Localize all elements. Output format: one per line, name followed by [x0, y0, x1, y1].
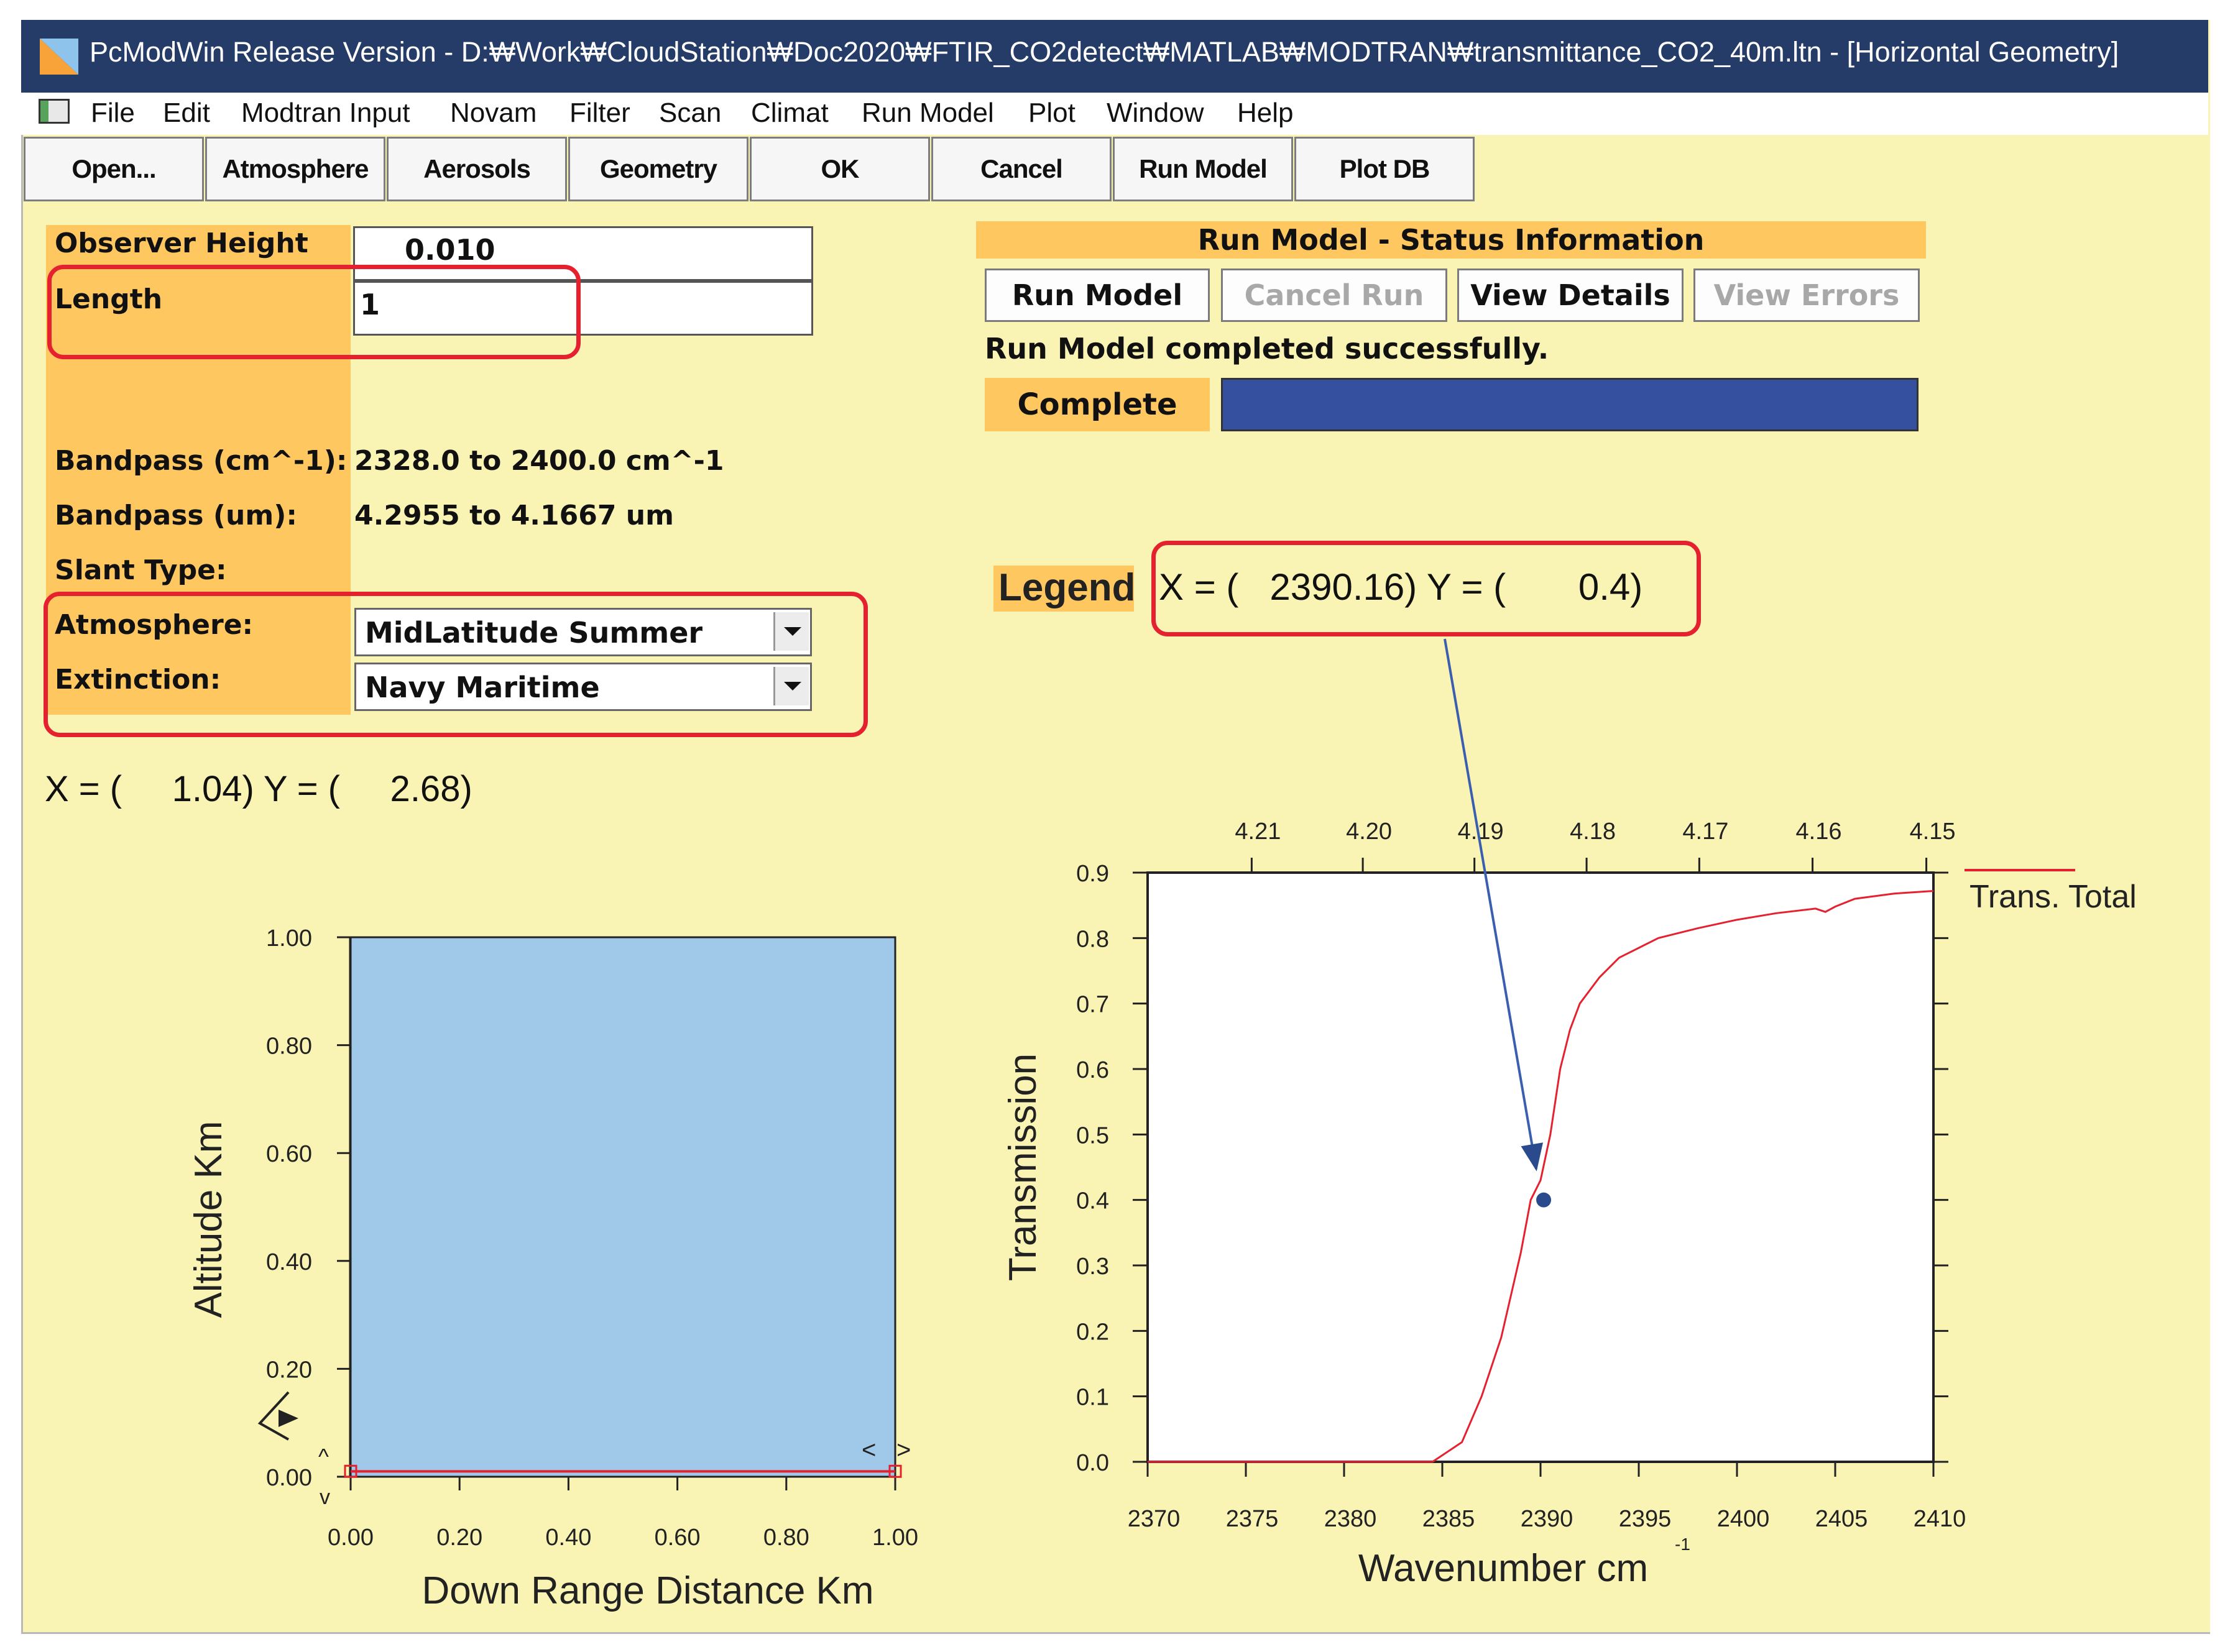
- menu-modtran-input[interactable]: Modtran Input: [241, 98, 410, 129]
- cancel-button[interactable]: Cancel: [931, 137, 1112, 201]
- menu-run-model[interactable]: Run Model: [862, 98, 994, 129]
- menu-edit[interactable]: Edit: [163, 98, 210, 129]
- menu-plot[interactable]: Plot: [1028, 98, 1076, 129]
- progress-bar-fill: [1223, 380, 1917, 429]
- bandpass-um-value: 4.2955 to 4.1667 um: [354, 500, 674, 531]
- observer-height-label: Observer Height: [55, 227, 308, 259]
- bandpass-cm-label: Bandpass (cm^-1):: [55, 445, 348, 477]
- view-errors-button[interactable]: View Errors: [1693, 268, 1920, 322]
- menu-file[interactable]: File: [91, 98, 135, 129]
- cancel-run-button[interactable]: Cancel Run: [1221, 268, 1447, 322]
- atmosphere-button[interactable]: Atmosphere: [205, 137, 385, 201]
- title-bar: PcModWin Release Version - D:₩Work₩Cloud…: [21, 20, 2208, 93]
- progress-label: Complete: [985, 378, 1210, 431]
- status-header: Run Model - Status Information: [976, 221, 1926, 259]
- geometry-cursor-readout: X = ( 1.04) Y = ( 2.68): [45, 769, 472, 809]
- ok-button[interactable]: OK: [750, 137, 930, 201]
- menu-scan[interactable]: Scan: [659, 98, 721, 129]
- status-message: Run Model completed successfully.: [985, 332, 1549, 365]
- legend-label: Legend: [998, 566, 1136, 609]
- length-highlight-box: [47, 265, 581, 359]
- app-icon: [40, 39, 78, 75]
- bandpass-cm-value: 2328.0 to 2400.0 cm^-1: [354, 445, 724, 477]
- menu-bar: File Edit Modtran Input Novam Filter Sca…: [21, 93, 2208, 135]
- menu-climat[interactable]: Climat: [751, 98, 829, 129]
- window-title: PcModWin Release Version - D:₩Work₩Cloud…: [90, 36, 2119, 68]
- slant-type-label: Slant Type:: [55, 554, 227, 586]
- document-icon[interactable]: [39, 99, 70, 124]
- view-details-button[interactable]: View Details: [1457, 268, 1684, 322]
- menu-filter[interactable]: Filter: [569, 98, 630, 129]
- aerosols-button[interactable]: Aerosols: [387, 137, 567, 201]
- run-model-button[interactable]: Run Model: [985, 268, 1210, 322]
- atmosphere-extinction-highlight-box: [44, 592, 868, 737]
- progress-bar: [1221, 378, 1919, 431]
- menu-novam[interactable]: Novam: [450, 98, 537, 129]
- menu-help[interactable]: Help: [1237, 98, 1294, 129]
- bandpass-um-label: Bandpass (um):: [55, 500, 297, 531]
- menu-window[interactable]: Window: [1107, 98, 1204, 129]
- geometry-button[interactable]: Geometry: [568, 137, 749, 201]
- run-model-toolbar-button[interactable]: Run Model: [1113, 137, 1293, 201]
- plot-db-button[interactable]: Plot DB: [1294, 137, 1475, 201]
- legend-highlight-box: [1151, 541, 1701, 636]
- open-button[interactable]: Open...: [24, 137, 204, 201]
